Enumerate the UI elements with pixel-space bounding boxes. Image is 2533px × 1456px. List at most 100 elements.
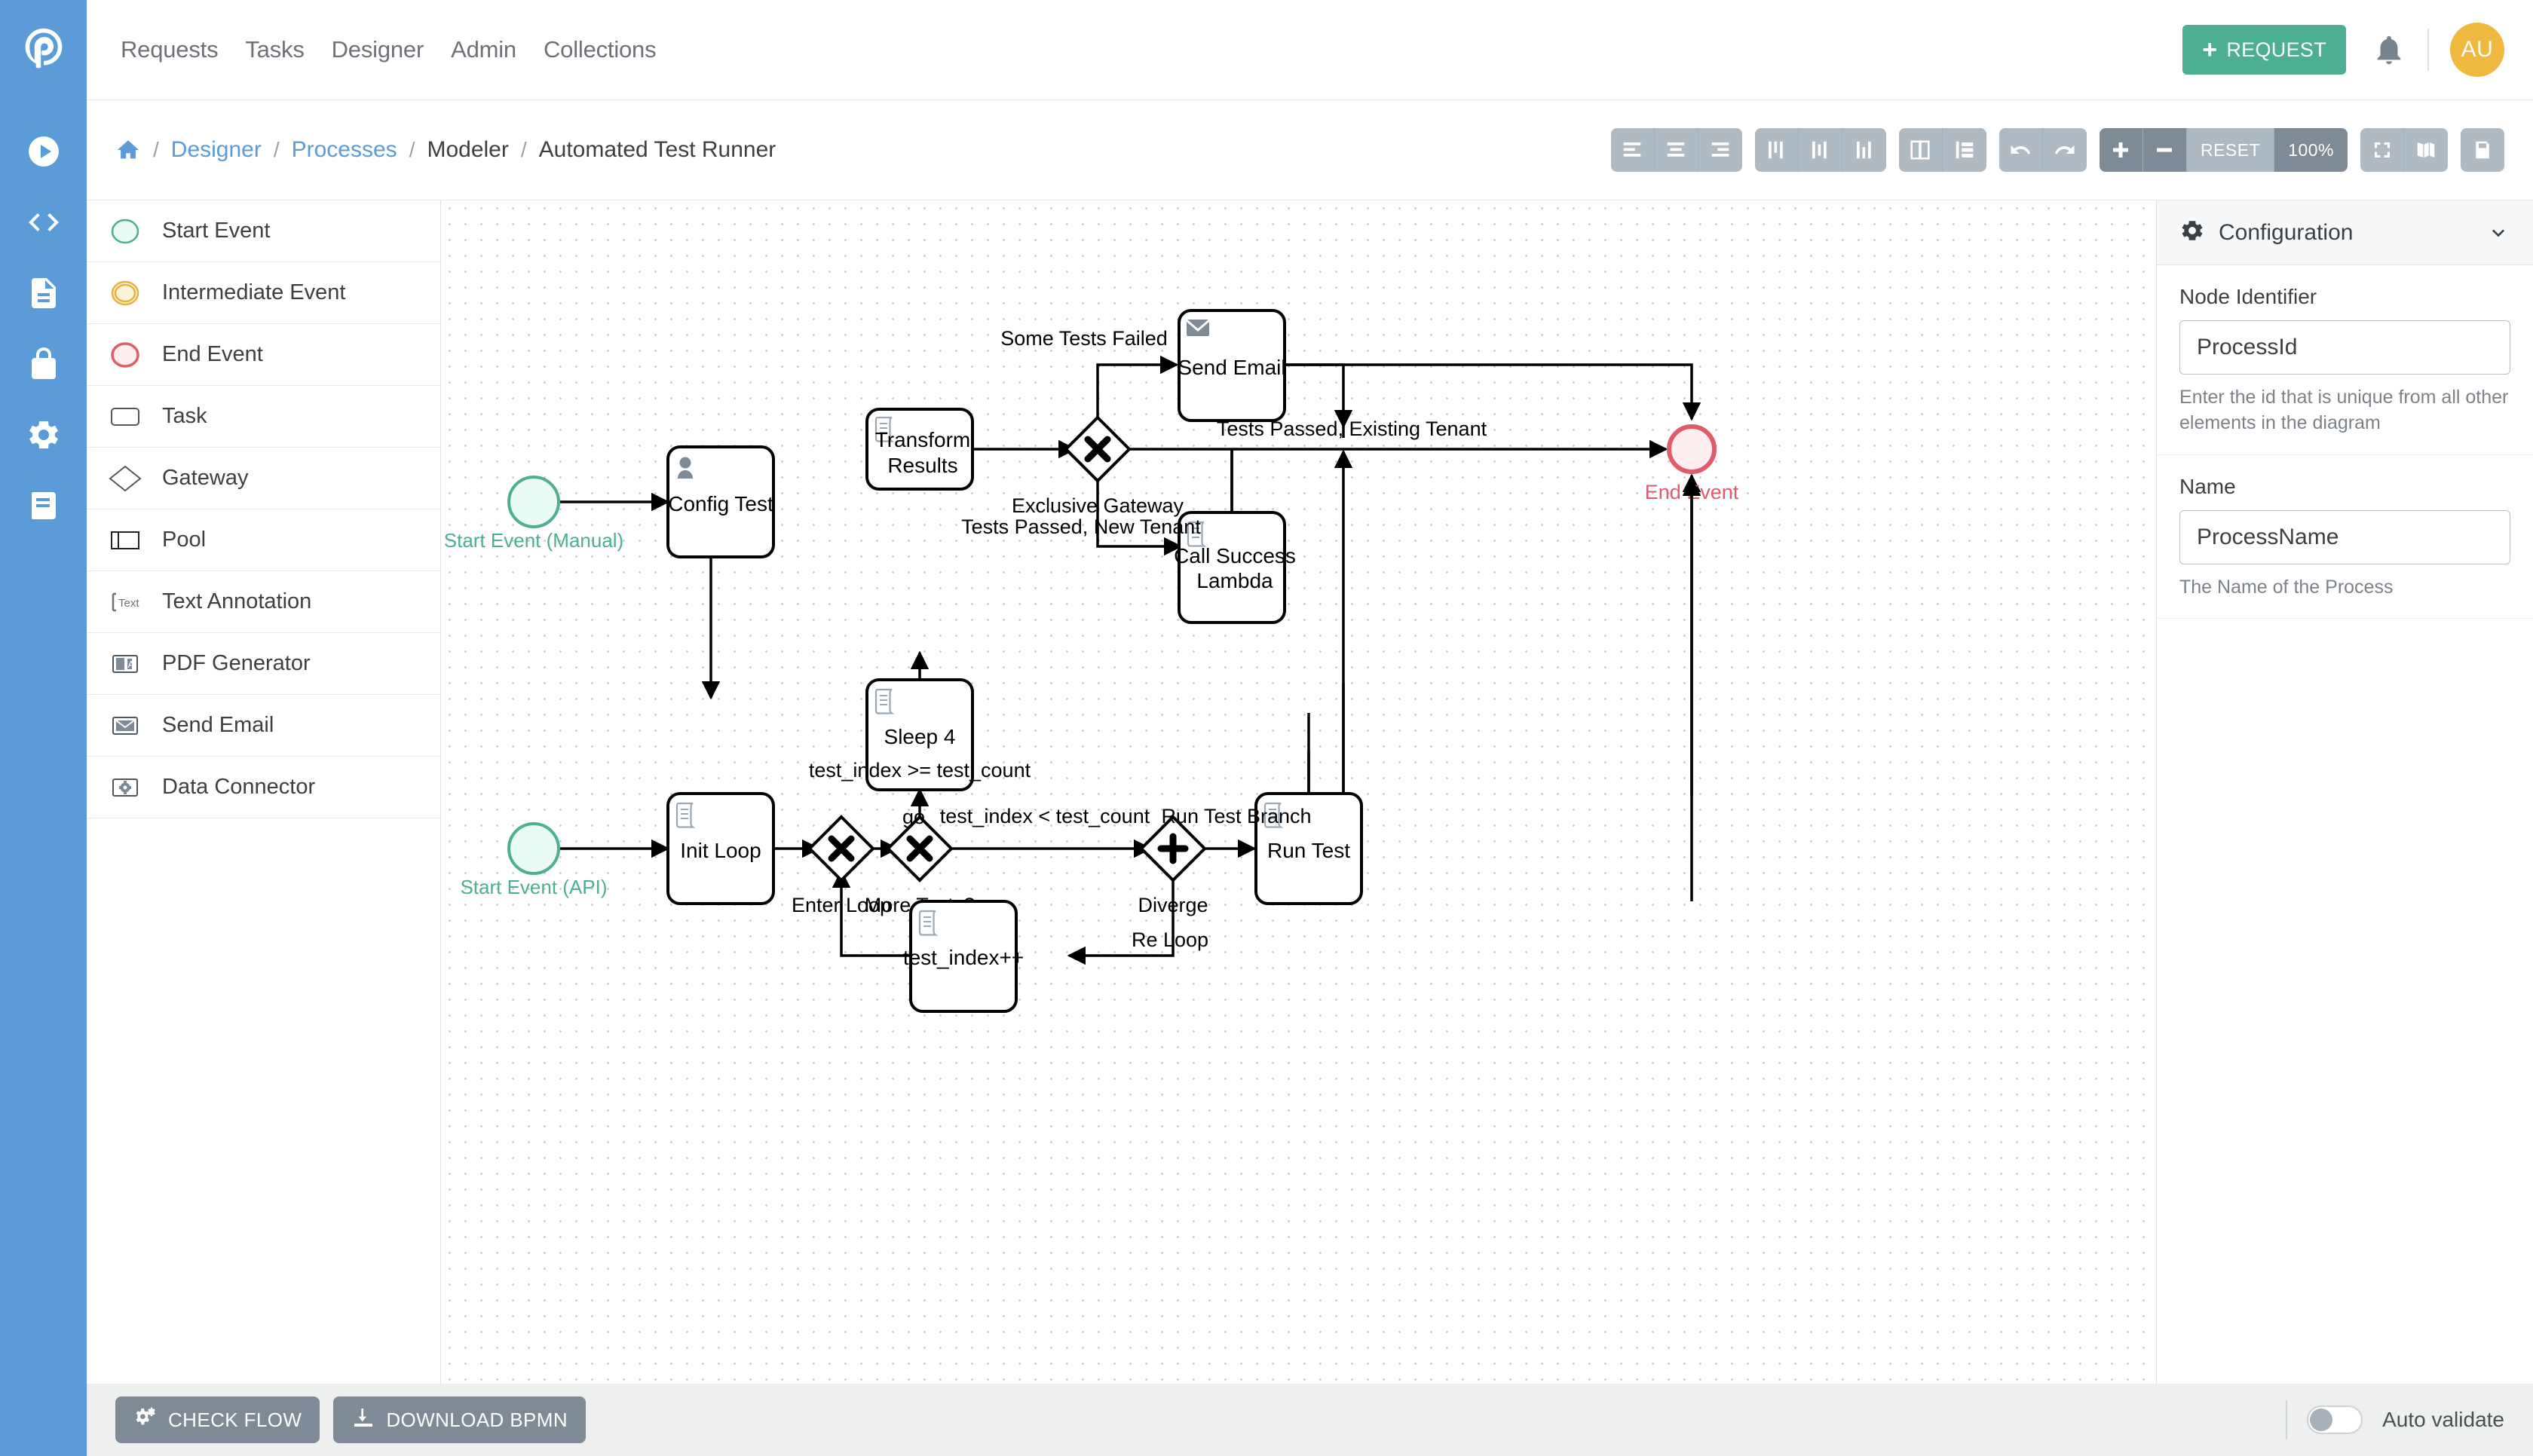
fit-screen-icon[interactable] (2360, 128, 2404, 172)
bpmn-label-exclusive-gateway: Exclusive Gateway (1012, 494, 1184, 517)
download-bpmn-button[interactable]: DOWNLOAD BPMN (333, 1396, 587, 1443)
palette-item-intermediate-event[interactable]: Intermediate Event (87, 262, 440, 324)
view-group (2360, 128, 2448, 172)
breadcrumb-separator: / (153, 138, 159, 161)
zoom-reset-button[interactable]: RESET (2186, 128, 2275, 172)
lock-icon[interactable] (24, 344, 63, 384)
bpmn-label-lambda-line1: Call Success (1174, 544, 1296, 567)
bottom-divider (2286, 1400, 2288, 1439)
book-icon[interactable] (24, 486, 63, 525)
start-event-icon (105, 216, 145, 247)
palette-item-task[interactable]: Task (87, 386, 440, 448)
zoom-level-display[interactable]: 100% (2274, 128, 2348, 172)
bpmn-label-init-loop: Init Loop (680, 839, 761, 862)
bpmn-node-exclusive-gateway[interactable] (1064, 415, 1132, 483)
cogs-icon (133, 1406, 158, 1435)
configuration-panel: Configuration Node Identifier Enter the … (2156, 200, 2533, 1384)
new-request-button[interactable]: + REQUEST (2182, 25, 2346, 75)
breadcrumb-item-processes[interactable]: Processes (292, 137, 397, 163)
send-email-icon (105, 710, 145, 742)
palette-item-text-annotation[interactable]: Text Text Annotation (87, 571, 440, 633)
send-email-icon (1186, 319, 1210, 336)
modeler-toolbar: RESET 100% (1610, 128, 2504, 172)
text-annotation-icon: Text (105, 586, 145, 618)
zoom-out-button[interactable] (2142, 128, 2187, 172)
bpmn-node-start-api[interactable] (507, 822, 560, 875)
breadcrumb-toolbar-bar: / Designer / Processes / Modeler / Autom… (87, 100, 2533, 200)
align-right-icon[interactable] (1698, 128, 1742, 172)
gateway-icon (105, 463, 145, 494)
distribute-horizontal-icon[interactable] (1898, 128, 1943, 172)
auto-validate-toggle[interactable] (2307, 1406, 2363, 1434)
nav-link-requests[interactable]: Requests (107, 36, 231, 63)
bpmn-node-enter-loop[interactable] (807, 815, 875, 882)
minimap-icon[interactable] (2404, 128, 2448, 172)
palette-item-gateway[interactable]: Gateway (87, 448, 440, 509)
nav-link-tasks[interactable]: Tasks (231, 36, 317, 63)
bpmn-edge-label-tests-passed-existing: Tests Passed, Existing Tenant (1217, 418, 1487, 440)
check-flow-button[interactable]: CHECK FLOW (115, 1396, 320, 1443)
rail-bottom-strip (0, 1384, 87, 1456)
align-left-icon[interactable] (1610, 128, 1655, 172)
gear-icon[interactable] (24, 415, 63, 454)
configuration-panel-header[interactable]: Configuration (2157, 200, 2533, 265)
node-identifier-input[interactable] (2179, 320, 2510, 375)
palette-item-end-event[interactable]: End Event (87, 324, 440, 386)
nav-link-admin[interactable]: Admin (437, 36, 530, 63)
breadcrumb-separator: / (409, 138, 415, 161)
new-request-label: REQUEST (2226, 38, 2326, 61)
bpmn-label-transform-line2: Results (887, 454, 957, 477)
svg-text:A: A (128, 659, 135, 670)
bpmn-canvas[interactable]: Start Event (Manual) Start Event (API) C… (442, 200, 2156, 1384)
palette-item-pdf-generator[interactable]: A PDF Generator (87, 633, 440, 695)
palette-item-label: Gateway (162, 466, 249, 490)
code-icon[interactable] (24, 203, 63, 242)
palette-item-pool[interactable]: Pool (87, 509, 440, 571)
undo-icon[interactable] (1999, 128, 2043, 172)
palette-item-send-email[interactable]: Send Email (87, 695, 440, 757)
name-input[interactable] (2179, 509, 2510, 564)
top-right-actions: + REQUEST AU (2182, 23, 2533, 77)
bell-icon[interactable] (2372, 32, 2406, 67)
pdf-generator-icon: A (105, 648, 145, 680)
avatar[interactable]: AU (2450, 23, 2504, 77)
app-logo[interactable] (0, 0, 87, 100)
bpmn-label-send-email: Send Email (1178, 356, 1285, 379)
bpmn-label-start-api: Start Event (API) (460, 876, 607, 898)
redo-icon[interactable] (2042, 128, 2087, 172)
breadcrumb-item-designer[interactable]: Designer (171, 137, 262, 163)
align-middle-icon[interactable] (1798, 128, 1842, 172)
nav-link-collections[interactable]: Collections (530, 36, 669, 63)
nav-link-designer[interactable]: Designer (318, 36, 437, 63)
bpmn-label-start-manual: Start Event (Manual) (444, 529, 623, 552)
configuration-panel-title: Configuration (2219, 219, 2354, 245)
main-nav-links: Requests Tasks Designer Admin Collection… (107, 36, 669, 63)
document-icon[interactable] (24, 274, 63, 313)
palette-item-start-event[interactable]: Start Event (87, 200, 440, 262)
toolbar-divider (2427, 29, 2429, 71)
palette-item-label: End Event (162, 342, 263, 366)
zoom-in-button[interactable] (2099, 128, 2143, 172)
bpmn-node-start-manual[interactable] (507, 476, 560, 528)
bpmn-label-sleep4: Sleep 4 (884, 725, 956, 748)
save-icon[interactable] (2461, 128, 2504, 172)
breadcrumb: / Designer / Processes / Modeler / Autom… (115, 137, 776, 163)
bpmn-label-run-test: Run Test (1267, 839, 1350, 862)
align-bottom-icon[interactable] (1842, 128, 1886, 172)
align-top-icon[interactable] (1754, 128, 1799, 172)
align-center-icon[interactable] (1654, 128, 1698, 172)
intermediate-event-icon (105, 277, 145, 309)
check-flow-label: CHECK FLOW (168, 1408, 302, 1431)
gear-icon (2179, 218, 2205, 247)
palette-item-label: Text Annotation (162, 589, 312, 613)
home-icon[interactable] (115, 137, 141, 163)
play-circle-icon[interactable] (24, 132, 63, 171)
palette-item-data-connector[interactable]: Data Connector (87, 757, 440, 818)
end-event-icon (105, 339, 145, 371)
palette-item-label: PDF Generator (162, 651, 311, 675)
breadcrumb-separator: / (273, 138, 280, 161)
distribute-vertical-icon[interactable] (1942, 128, 1986, 172)
bpmn-node-end-event[interactable] (1667, 424, 1717, 474)
plus-icon: + (2202, 35, 2218, 64)
chevron-down-icon[interactable] (2486, 221, 2510, 245)
